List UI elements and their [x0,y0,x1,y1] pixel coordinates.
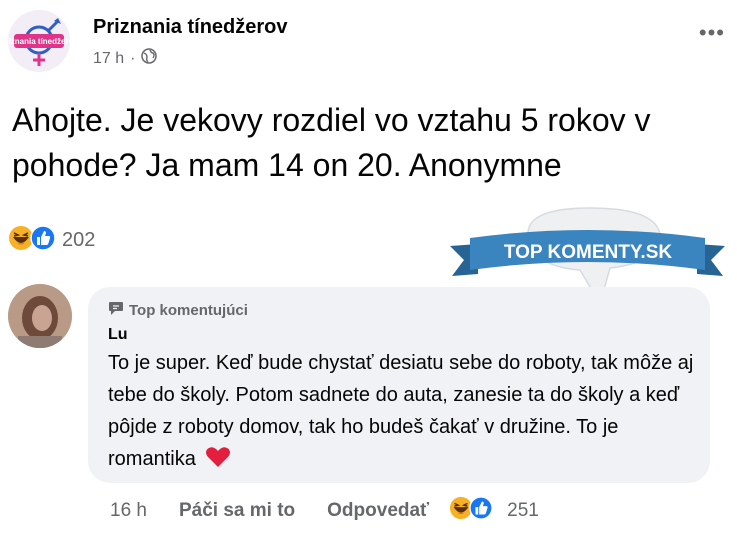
logo-text: Priznania tínedžerov [8,37,70,46]
more-options-icon[interactable]: ••• [699,20,725,46]
like-button[interactable]: Páči sa mi to [179,500,295,522]
group-avatar[interactable]: Priznania tínedžerov [8,10,70,72]
post-meta: 17 h · [93,48,158,69]
red-heart-icon [205,446,231,478]
commenter-avatar[interactable] [8,284,72,348]
comment-time[interactable]: 16 h [110,500,147,522]
post-time[interactable]: 17 h [93,50,124,68]
top-commenter-badge[interactable]: Top komentujúci [108,301,248,320]
group-logo: Priznania tínedžerov [8,10,70,72]
like-icon [30,225,56,256]
meta-separator: · [130,49,136,67]
top-commenter-icon [108,301,124,320]
comment-bubble: Top komentujúci Lu To je super. Keď bude… [88,287,710,483]
comment-author[interactable]: Lu [108,326,128,344]
comment-reactions[interactable]: 251 [449,496,539,526]
post-text: Ahojte. Je vekovy rozdiel vo vztahu 5 ro… [12,102,651,183]
watermark-text: TOP KOMENTY.SK [504,242,672,263]
post-header: Priznania tínedžerov Priznania tínedžero… [0,0,737,80]
top-commenter-label: Top komentujúci [129,302,248,319]
comment-text: To je super. Keď bude chystať desiatu se… [108,347,708,478]
reply-button[interactable]: Odpovedať [327,500,429,522]
comment-reaction-count[interactable]: 251 [507,500,539,522]
group-name[interactable]: Priznania tínedžerov [93,16,288,39]
globe-icon [141,48,158,69]
post-reactions[interactable]: 202 [8,225,95,256]
comment-actions: 16 h Páči sa mi to Odpovedať 251 [110,496,539,526]
comment-body: To je super. Keď bude chystať desiatu se… [108,352,694,470]
post-reaction-count[interactable]: 202 [62,229,95,252]
like-icon [469,496,493,526]
